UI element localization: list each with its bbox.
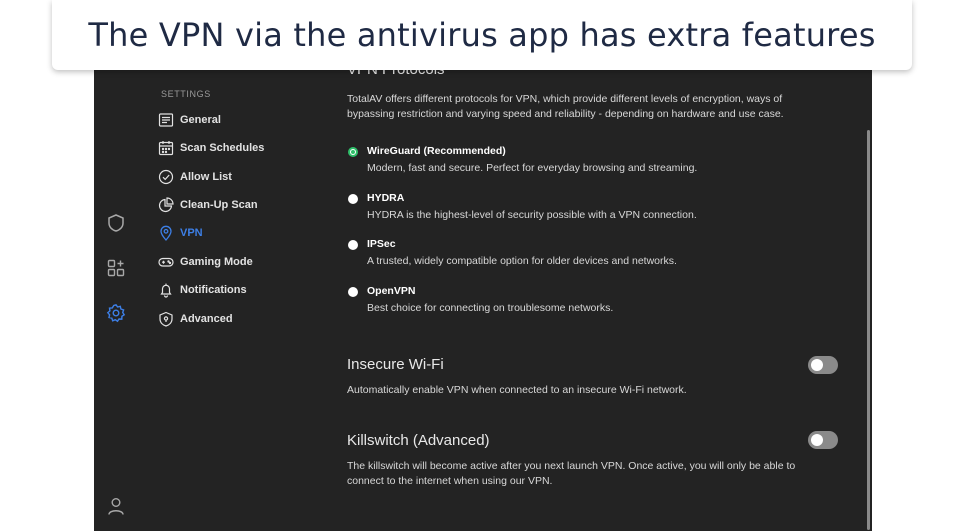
gear-icon[interactable]: [106, 303, 126, 323]
caption-banner: The VPN via the antivirus app has extra …: [52, 0, 912, 70]
caption-text: The VPN via the antivirus app has extra …: [88, 16, 876, 54]
toggle-knob: [811, 434, 823, 446]
icon-rail: [94, 68, 138, 531]
sidebar-item-advanced[interactable]: Advanced: [158, 309, 233, 329]
protocol-description: Best choice for connecting on troublesom…: [367, 302, 614, 314]
pie-chart-icon: [158, 197, 174, 213]
user-icon[interactable]: [106, 496, 126, 516]
radio-selected[interactable]: [348, 147, 358, 157]
protocol-description: A trusted, widely compatible option for …: [367, 255, 677, 267]
shield-icon[interactable]: [106, 213, 126, 233]
sidebar-item-gaming-mode[interactable]: Gaming Mode: [158, 252, 253, 272]
protocol-option-hydra[interactable]: HYDRA HYDRA is the highest-level of secu…: [347, 191, 827, 223]
protocol-option-openvpn[interactable]: OpenVPN Best choice for connecting on tr…: [347, 284, 827, 316]
bell-icon: [160, 283, 172, 298]
sidebar-item-label: Notifications: [180, 284, 247, 296]
settings-sidebar: SETTINGS General Scan Schedules Allow Li…: [138, 68, 328, 531]
scrollbar[interactable]: [867, 130, 870, 530]
sidebar-item-notifications[interactable]: Notifications: [158, 280, 247, 300]
sidebar-item-clean-up-scan[interactable]: Clean-Up Scan: [158, 195, 258, 215]
check-circle-icon: [158, 169, 174, 185]
vpn-settings-panel: VPN Protocols TotalAV offers different p…: [347, 68, 857, 531]
protocol-description: HYDRA is the highest-level of security p…: [367, 209, 697, 221]
sidebar-item-label: Allow List: [180, 171, 232, 183]
killswitch-description: The killswitch will become active after …: [347, 460, 796, 487]
radio-unselected[interactable]: [348, 194, 358, 204]
insecure-wifi-title: Insecure Wi-Fi: [347, 356, 444, 373]
protocol-option-ipsec[interactable]: IPSec A trusted, widely compatible optio…: [347, 237, 827, 269]
protocol-name: OpenVPN: [367, 285, 416, 297]
sidebar-item-label: Clean-Up Scan: [180, 199, 258, 211]
shield-advanced-icon: [159, 311, 173, 327]
protocol-option-wireguard[interactable]: WireGuard (Recommended) Modern, fast and…: [347, 144, 827, 176]
sidebar-item-label: Advanced: [180, 313, 233, 325]
protocol-name: HYDRA: [367, 192, 405, 204]
sidebar-item-vpn[interactable]: VPN: [158, 223, 203, 243]
apps-grid-icon[interactable]: [106, 258, 126, 278]
sidebar-item-scan-schedules[interactable]: Scan Schedules: [158, 138, 264, 158]
app-window: SETTINGS General Scan Schedules Allow Li…: [94, 68, 872, 531]
radio-unselected[interactable]: [348, 287, 358, 297]
sidebar-item-label: General: [180, 114, 221, 126]
settings-header: SETTINGS: [161, 89, 211, 99]
sidebar-item-general[interactable]: General: [158, 110, 221, 130]
gamepad-icon: [158, 257, 174, 267]
protocol-name: IPSec: [367, 238, 396, 250]
insecure-wifi-description: Automatically enable VPN when connected …: [347, 384, 687, 396]
killswitch-toggle[interactable]: [808, 431, 838, 449]
protocol-name: WireGuard (Recommended): [367, 145, 506, 157]
sidebar-item-label: VPN: [180, 227, 203, 239]
protocol-description: Modern, fast and secure. Perfect for eve…: [367, 162, 698, 174]
killswitch-title: Killswitch (Advanced): [347, 432, 490, 449]
calendar-icon: [158, 141, 174, 156]
sidebar-item-label: Scan Schedules: [180, 142, 265, 154]
list-icon: [158, 113, 174, 127]
vpn-protocols-description: TotalAV offers different protocols for V…: [347, 93, 784, 120]
radio-unselected[interactable]: [348, 240, 358, 250]
insecure-wifi-toggle[interactable]: [808, 356, 838, 374]
toggle-knob: [811, 359, 823, 371]
location-pin-icon: [160, 225, 172, 241]
sidebar-item-label: Gaming Mode: [180, 256, 253, 268]
sidebar-item-allow-list[interactable]: Allow List: [158, 167, 232, 187]
